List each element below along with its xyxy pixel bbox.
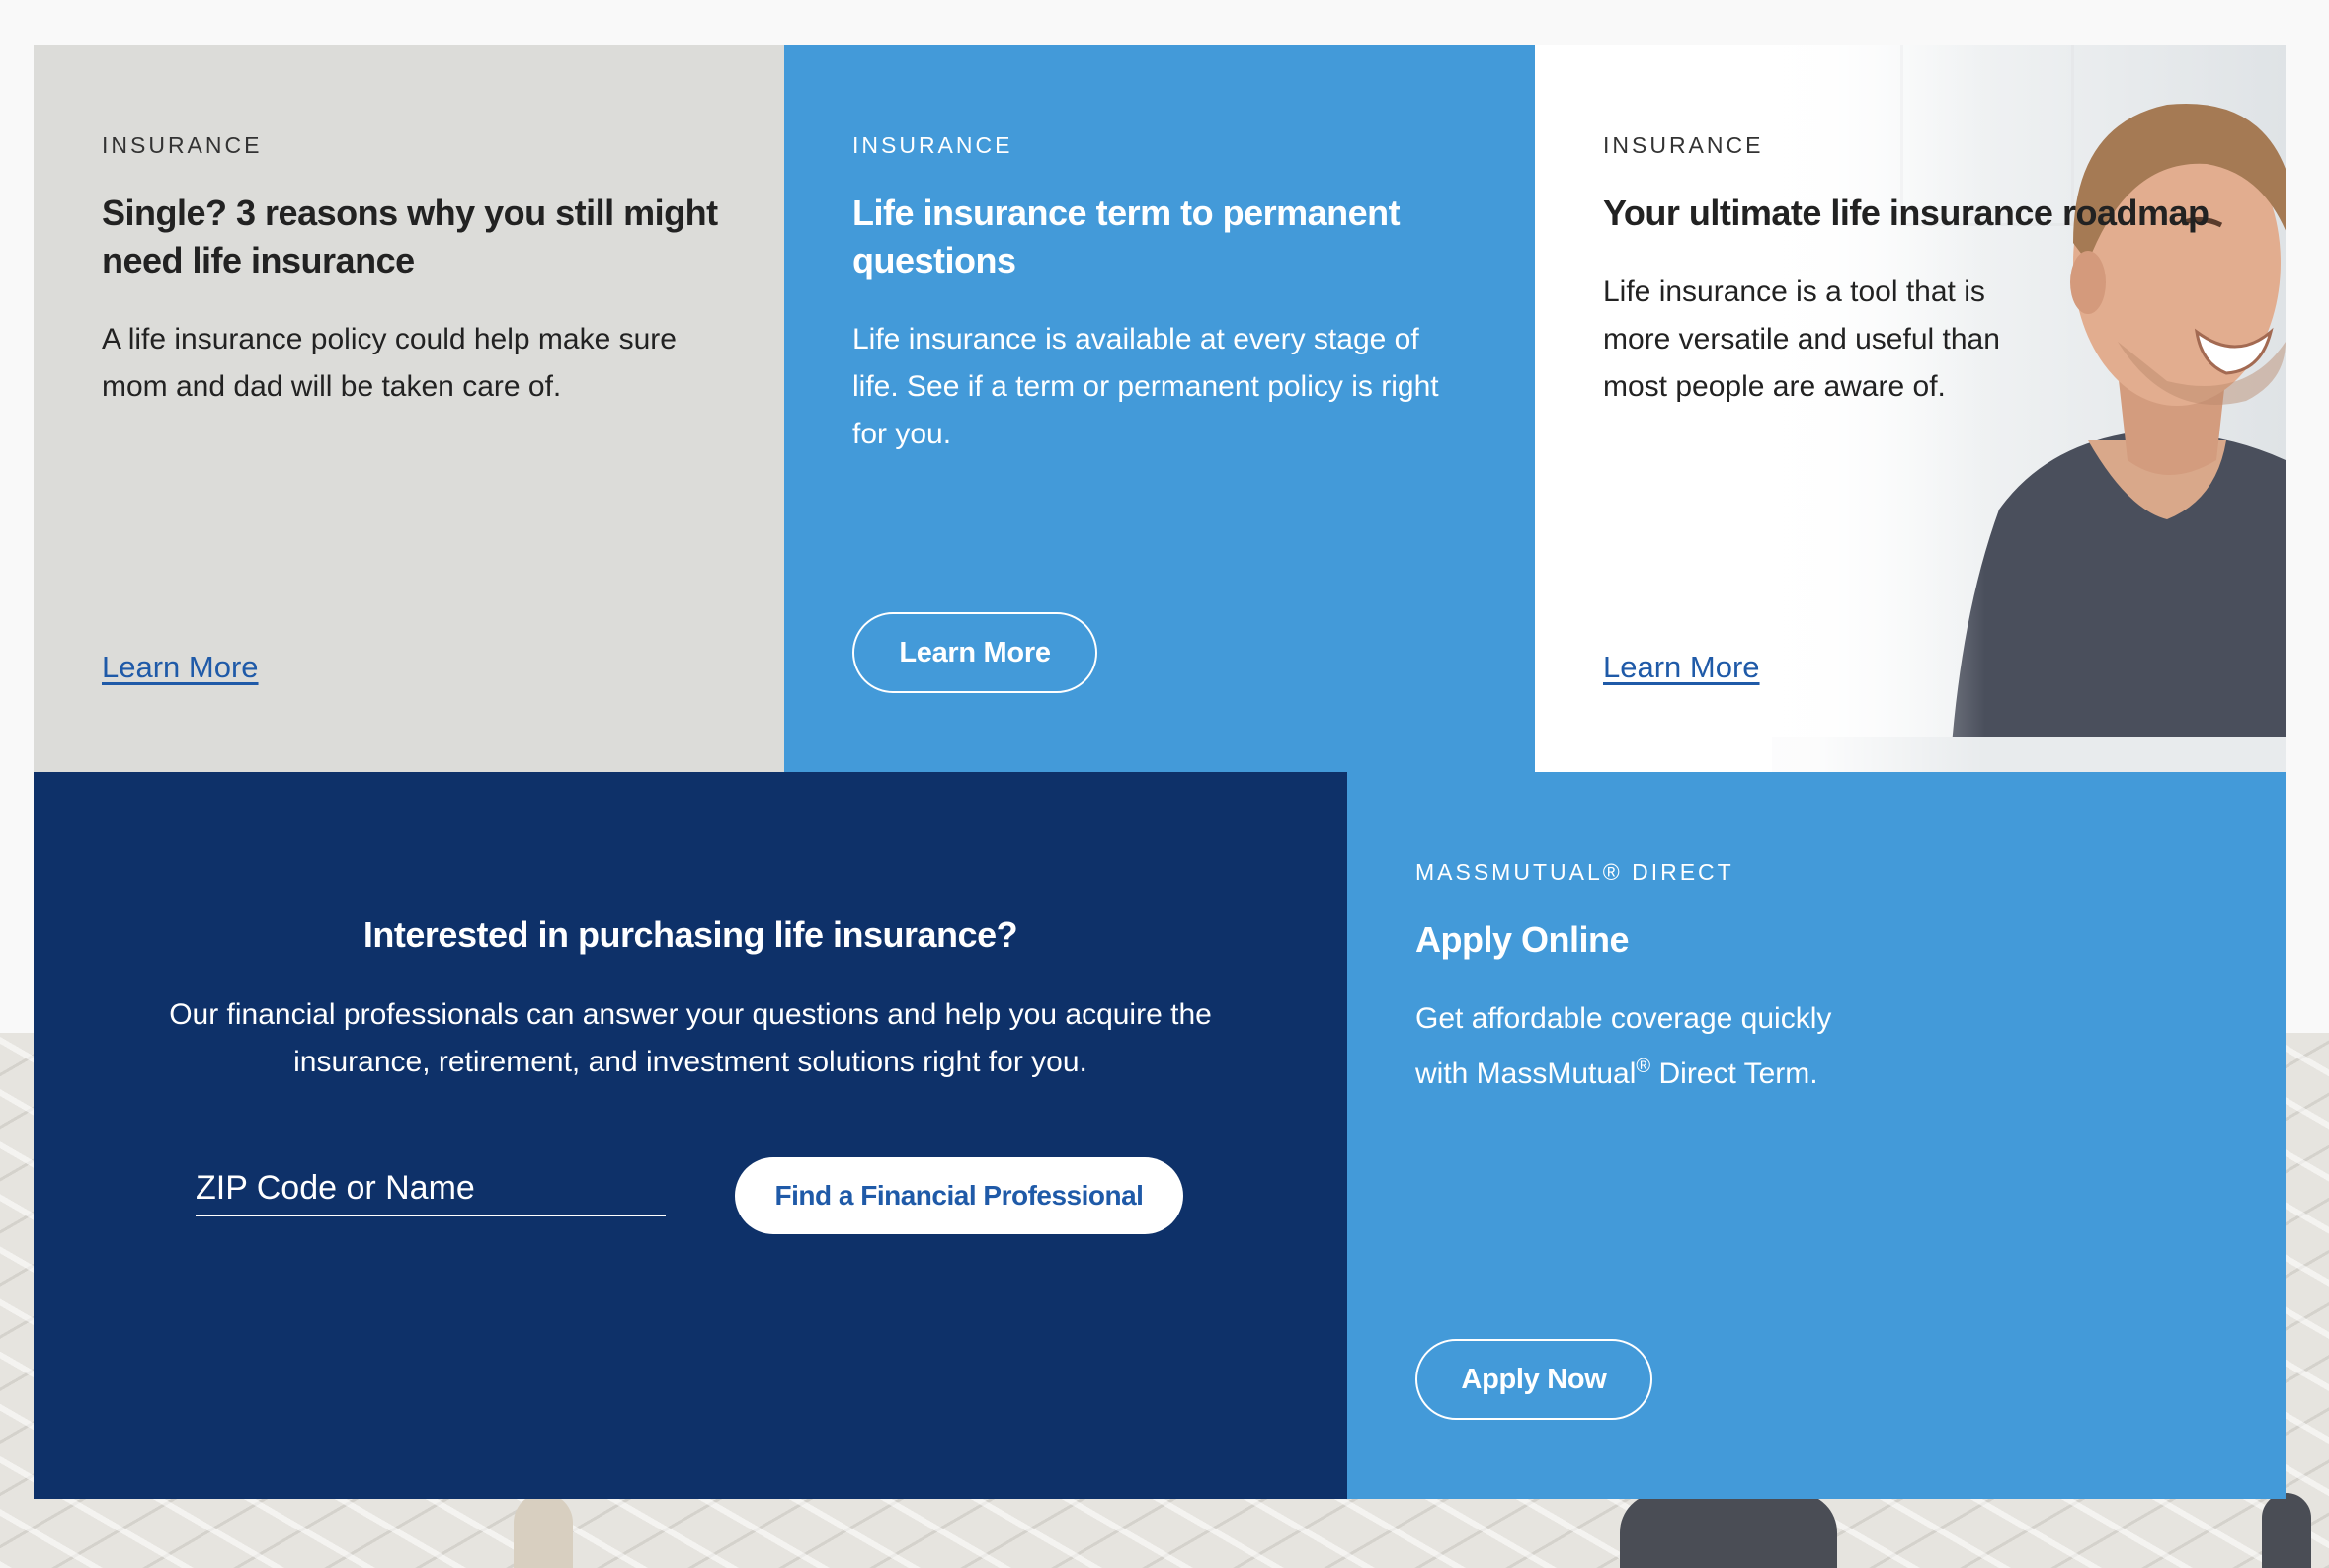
registered-mark: ® — [1636, 1056, 1651, 1077]
apply-online-title: Apply Online — [1415, 919, 1630, 960]
background-people-image — [1620, 1493, 1837, 1568]
card-description: Life insurance is available at every sta… — [852, 323, 1439, 450]
find-professional-panel: Interested in purchasing life insurance?… — [34, 772, 1347, 1499]
card-title: Your ultimate life insurance roadmap — [1603, 193, 2209, 233]
apply-online-description-line1: Get affordable coverage quickly — [1415, 1002, 1832, 1035]
apply-online-description: Get affordable coverage quickly with Mas… — [1415, 995, 1968, 1098]
article-card-single: INSURANCE Single? 3 reasons why you stil… — [34, 45, 784, 772]
apply-online-category: MASSMUTUAL® DIRECT — [1415, 859, 1734, 885]
apply-online-panel: MASSMUTUAL® DIRECT Apply Online Get affo… — [1347, 772, 2286, 1499]
apply-online-description-line2: with MassMutual® Direct Term. — [1415, 1043, 1968, 1098]
card-description: A life insurance policy could help make … — [102, 323, 677, 403]
card-description: Life insurance is a tool that is more ve… — [1603, 275, 2000, 403]
apply-now-button[interactable]: Apply Now — [1415, 1339, 1652, 1420]
card-title: Single? 3 reasons why you still might ne… — [102, 193, 718, 280]
brand-name: with MassMutual — [1415, 1058, 1637, 1090]
learn-more-link[interactable]: Learn More — [1603, 650, 1760, 685]
article-card-term-to-permanent: INSURANCE Life insurance term to permane… — [784, 45, 1535, 772]
find-professional-heading: Interested in purchasing life insurance? — [362, 914, 1018, 955]
find-professional-description: Our financial professionals can answer y… — [169, 998, 1212, 1078]
learn-more-button[interactable]: Learn More — [852, 612, 1097, 693]
learn-more-link[interactable]: Learn More — [102, 650, 259, 685]
find-financial-professional-button[interactable]: Find a Financial Professional — [735, 1157, 1183, 1234]
card-category: INSURANCE — [102, 132, 263, 158]
article-card-roadmap: INSURANCE Your ultimate life insurance r… — [1535, 45, 2286, 772]
background-figure-right — [2262, 1493, 2311, 1568]
card-title: Life insurance term to permanent questio… — [852, 193, 1401, 280]
card-category: INSURANCE — [852, 132, 1013, 158]
zip-code-or-name-input[interactable] — [196, 1167, 666, 1216]
product-name: Direct Term. — [1650, 1058, 1818, 1090]
background-figure-left — [514, 1493, 573, 1568]
card-category: INSURANCE — [1603, 132, 1764, 158]
